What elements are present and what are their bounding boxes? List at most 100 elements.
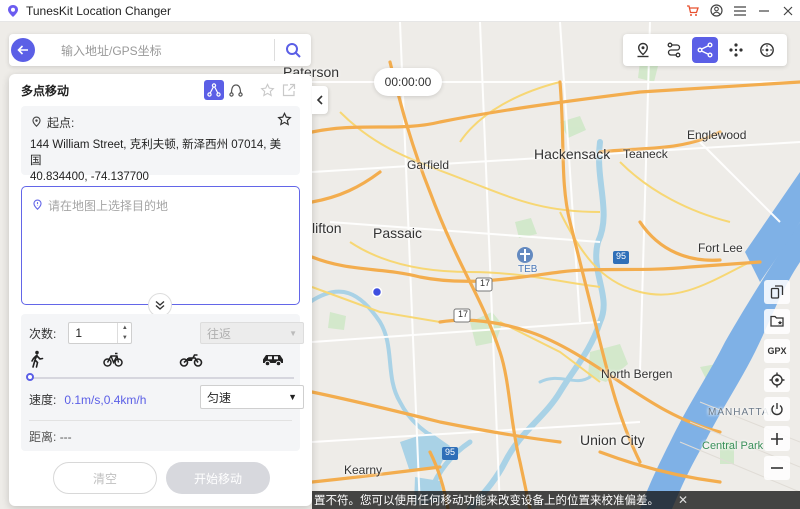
favorite-start-button[interactable]	[277, 111, 292, 130]
favorite-route-button[interactable]	[256, 79, 278, 101]
map-side-toolbar: GPX	[764, 280, 790, 485]
reset-location-button[interactable]	[764, 397, 790, 422]
bicycle-icon[interactable]	[103, 350, 123, 368]
jump-mode-button[interactable]	[723, 37, 749, 63]
multi-device-button[interactable]	[764, 280, 790, 305]
title-bar: TunesKit Location Changer	[0, 0, 800, 22]
distance-value: ---	[59, 430, 72, 444]
count-label: 次数:	[29, 326, 57, 341]
map-label-north-bergen: North Bergen	[601, 367, 673, 381]
caret-down-icon: ▼	[288, 392, 297, 402]
minimize-icon[interactable]	[752, 0, 776, 22]
route-mode-straight-button[interactable]	[204, 80, 224, 100]
multi-spot-panel: 多点移动 起点: 144 William Street, 克利夫顿, 新泽西州 …	[9, 74, 312, 506]
start-label: 起点:	[47, 116, 75, 130]
back-button[interactable]	[11, 38, 35, 62]
map-label-teaneck: Teaneck	[623, 147, 668, 161]
cart-icon[interactable]	[680, 0, 704, 22]
motorcycle-icon[interactable]	[179, 350, 203, 368]
map-label-hackensack: Hackensack	[534, 146, 611, 162]
route-95-shield-b: 95	[445, 447, 456, 457]
map-label-passaic: Passaic	[373, 225, 423, 241]
map-label-garfield: Garfield	[407, 158, 450, 172]
roundtrip-select[interactable]: 往返 ▼	[200, 322, 304, 344]
count-value: 1	[75, 326, 83, 340]
route-17-shield-b: 17	[458, 309, 469, 319]
arrow-left-icon	[17, 45, 28, 55]
settings-divider	[29, 420, 292, 421]
star-outline-icon	[277, 111, 292, 126]
speed-slider-handle[interactable]	[26, 373, 34, 381]
speed-value: 0.1m/s,0.4km/h	[64, 392, 147, 407]
start-coordinates: 40.834400, -74.137700	[30, 171, 149, 183]
power-icon	[771, 403, 783, 416]
saved-places-button[interactable]	[764, 309, 790, 334]
map-label-kearny: Kearny	[344, 463, 383, 477]
app-title: TunesKit Location Changer	[26, 3, 171, 18]
search-input[interactable]: 输入地址/GPS坐标	[61, 42, 274, 59]
increment-icon[interactable]: ▲	[122, 325, 128, 331]
destination-input[interactable]: 请在地图上选择目的地	[21, 186, 300, 317]
movement-settings: 次数: 1 ▲ ▼ 往返 ▼ 速度: 0.1m/s,0.4km/h 匀速 ▼ 距…	[21, 314, 304, 451]
speed-slider-track	[29, 377, 294, 379]
star-outline-icon	[259, 82, 275, 97]
panel-title: 多点移动	[21, 83, 70, 98]
search-bar: 输入地址/GPS坐标	[9, 34, 311, 66]
start-address: 144 William Street, 克利夫顿, 新泽西州 07014, 美国	[30, 139, 282, 167]
transport-mode-selector	[29, 350, 294, 372]
walk-icon[interactable]	[29, 350, 45, 368]
joystick-mode-button[interactable]	[754, 37, 780, 63]
search-icon	[286, 43, 301, 58]
close-notice-icon[interactable]: ✕	[674, 491, 692, 509]
info-pin-icon	[33, 199, 42, 210]
clear-button[interactable]: 清空	[53, 462, 157, 494]
speed-slider[interactable]	[26, 373, 294, 381]
joystick-icon	[760, 43, 775, 57]
copy-devices-icon	[770, 285, 784, 299]
minus-icon	[771, 467, 783, 469]
double-chevron-down-icon	[155, 300, 165, 310]
mode-toolbar	[623, 34, 787, 66]
zoom-in-button[interactable]	[764, 426, 790, 451]
close-icon[interactable]	[776, 0, 800, 22]
curved-route-icon	[229, 84, 243, 97]
account-icon[interactable]	[704, 0, 728, 22]
collapse-panel-button[interactable]	[312, 86, 328, 114]
scatter-points-icon	[729, 43, 743, 57]
map-label-teb: TEB	[518, 264, 538, 275]
map-label-fort-lee: Fort Lee	[698, 241, 743, 255]
search-button[interactable]	[275, 42, 311, 58]
movement-timer: 00:00:00	[374, 68, 442, 96]
teleport-mode-button[interactable]	[630, 37, 656, 63]
gpx-import-button[interactable]: GPX	[764, 338, 790, 363]
start-moving-button[interactable]: 开始移动	[166, 462, 270, 494]
destination-placeholder: 请在地图上选择目的地	[48, 199, 169, 213]
export-icon	[282, 83, 296, 97]
folder-star-icon	[769, 316, 784, 328]
location-pin-icon	[32, 116, 41, 127]
multi-spot-mode-button[interactable]	[691, 37, 718, 63]
map-label-union-city: Union City	[580, 432, 645, 448]
zoom-out-button[interactable]	[764, 455, 790, 480]
panel-header: 多点移动	[9, 74, 312, 106]
speed-mode-select[interactable]: 匀速 ▼	[200, 385, 304, 409]
route-95-shield-a: 95	[616, 251, 627, 261]
decrement-icon[interactable]: ▼	[122, 335, 128, 341]
chevron-down-icon: ▼	[289, 328, 297, 338]
menu-icon[interactable]	[728, 0, 752, 22]
count-stepper[interactable]: 1 ▲ ▼	[68, 322, 133, 344]
crosshair-icon	[769, 372, 785, 388]
route-mode-curve-button[interactable]	[226, 80, 246, 100]
two-spot-mode-button[interactable]	[661, 37, 687, 63]
calibration-notice: 置不符。您可以使用任何移动功能来改变设备上的位置来校准偏差。 ✕	[312, 491, 800, 509]
map-label-central-park: Central Park	[702, 440, 764, 452]
route-17-shield-a: 17	[480, 278, 491, 288]
car-icon[interactable]	[261, 350, 285, 368]
notice-text: 置不符。您可以使用任何移动功能来改变设备上的位置来校准偏差。	[314, 495, 659, 507]
locate-me-button[interactable]	[764, 367, 790, 393]
export-route-button[interactable]	[278, 79, 300, 101]
map-label-englewood: Englewood	[687, 128, 747, 142]
start-point-card: 起点: 144 William Street, 克利夫顿, 新泽西州 07014…	[21, 106, 300, 183]
map-label-clifton: lifton	[312, 220, 342, 236]
speed-label: 速度:	[29, 393, 57, 407]
